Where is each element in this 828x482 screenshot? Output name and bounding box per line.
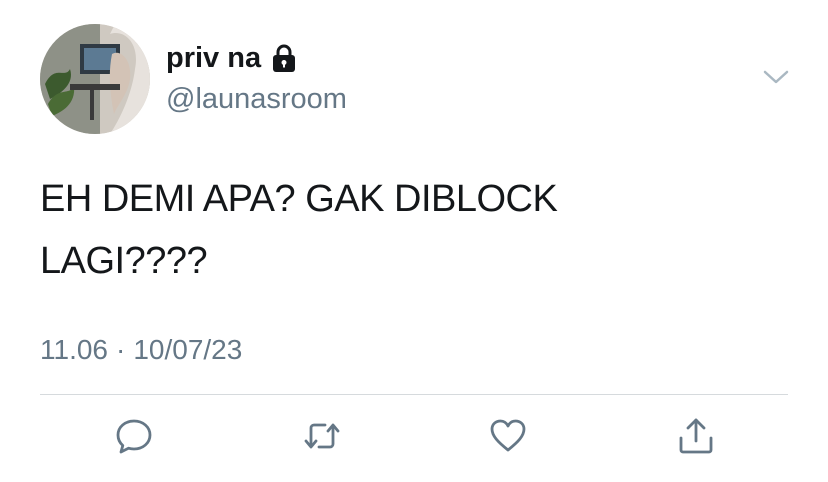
tweet-time: 11.06: [40, 334, 108, 365]
display-name[interactable]: priv na: [166, 38, 261, 78]
tweet-date: 10/07/23: [133, 334, 243, 365]
user-name-row[interactable]: priv na: [166, 38, 297, 78]
comment-icon: [114, 416, 154, 461]
tweet-text-line-1: EH DEMI APA? GAK DIBLOCK: [40, 178, 558, 220]
tweet-text: EH DEMI APA? GAK DIBLOCK LAGI????: [40, 168, 740, 292]
share-icon: [676, 416, 716, 461]
chevron-down-icon[interactable]: [762, 66, 790, 88]
reply-button[interactable]: [108, 412, 160, 464]
like-button[interactable]: [482, 412, 534, 464]
lock-icon: [271, 43, 297, 73]
share-button[interactable]: [670, 412, 722, 464]
tweet-card: priv na @launasroom EH DEMI APA? GAK DIB…: [0, 0, 828, 482]
timestamp[interactable]: 11.06 · 10/07/23: [40, 332, 242, 368]
retweet-button[interactable]: [296, 412, 348, 464]
avatar[interactable]: [40, 24, 150, 134]
retweet-icon: [302, 416, 342, 461]
divider: [40, 394, 788, 395]
avatar-image: [40, 24, 150, 134]
heart-icon: [488, 416, 528, 461]
action-bar: [0, 412, 828, 464]
timestamp-separator: ·: [116, 334, 126, 365]
tweet-text-line-2: LAGI????: [40, 240, 208, 282]
user-handle[interactable]: @launasroom: [166, 80, 347, 118]
